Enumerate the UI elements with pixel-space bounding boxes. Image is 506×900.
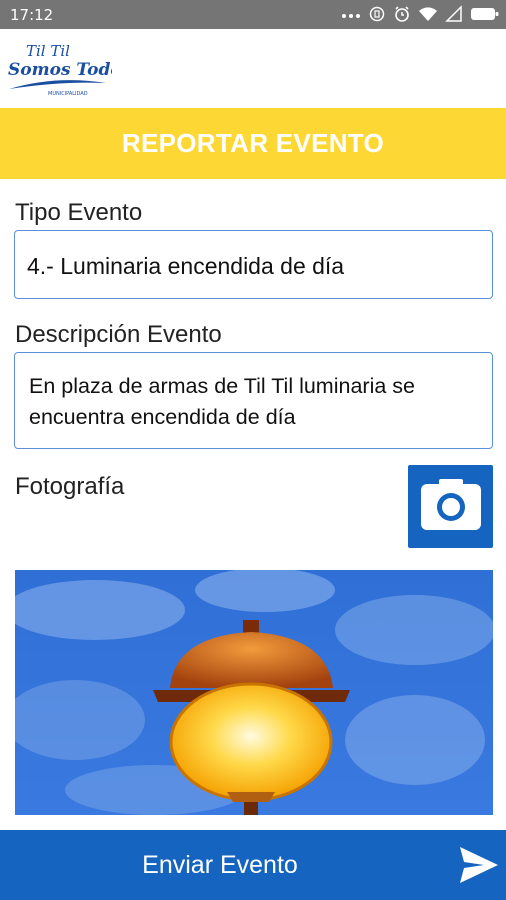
status-time: 17:12 (10, 6, 54, 24)
send-event-label: Enviar Evento (142, 851, 298, 879)
municipality-logo: Til Til Somos Todos! MUNICIPALIDAD (6, 37, 139, 99)
event-photo (15, 570, 493, 815)
wifi-icon (418, 4, 438, 29)
status-bar: 17:12 (0, 0, 506, 29)
logo-line3: MUNICIPALIDAD (48, 91, 88, 97)
header-banner: REPORTAR EVENTO (0, 108, 506, 179)
status-icons (341, 4, 500, 29)
signal-icon (445, 4, 463, 29)
circle-r-icon (368, 4, 386, 29)
tipo-evento-value: 4.- Luminaria encendida de día (27, 253, 345, 279)
fotografia-label: Fotografía (15, 473, 125, 500)
camera-button[interactable] (408, 465, 493, 548)
descripcion-evento-label: Descripción Evento (15, 321, 222, 348)
battery-icon (470, 4, 500, 29)
logo-line2: Somos Todos! (8, 60, 112, 80)
app-bar: Til Til Somos Todos! MUNICIPALIDAD (0, 29, 506, 108)
tipo-evento-label: Tipo Evento (15, 199, 143, 226)
send-event-button[interactable]: Enviar Evento (0, 830, 506, 900)
descripcion-evento-field[interactable]: En plaza de armas de Til Til luminaria s… (14, 352, 493, 449)
descripcion-evento-value: En plaza de armas de Til Til luminaria s… (29, 374, 415, 429)
alarm-icon (393, 4, 411, 29)
more-dots-icon (341, 4, 361, 29)
logo-line1: Til Til (26, 42, 70, 60)
page-title: REPORTAR EVENTO (121, 128, 385, 158)
camera-icon (419, 476, 483, 537)
tipo-evento-select[interactable]: 4.- Luminaria encendida de día (14, 230, 493, 299)
send-icon[interactable] (458, 845, 500, 890)
